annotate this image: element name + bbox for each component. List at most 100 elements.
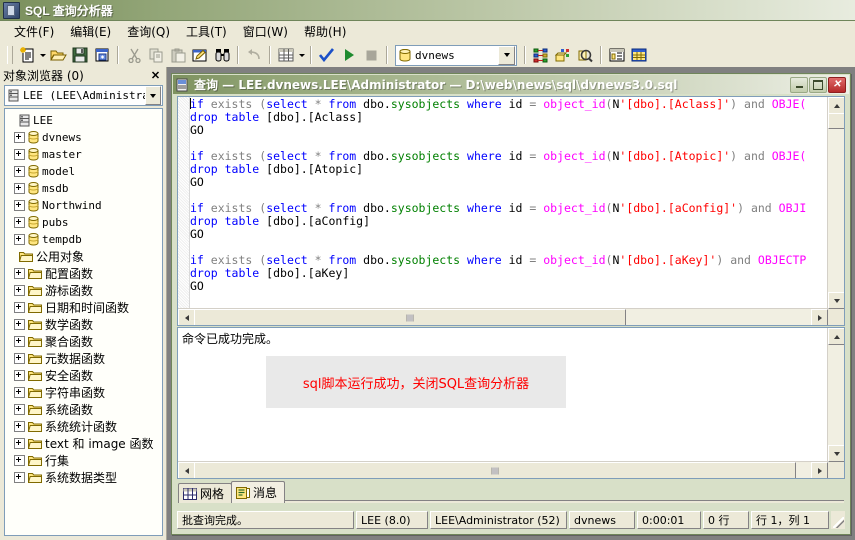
results-vertical-scrollbar[interactable] xyxy=(827,328,844,462)
tree-node[interactable]: 字符串函数 xyxy=(7,384,162,401)
object-search-button[interactable] xyxy=(628,44,650,66)
expand-plus-icon[interactable] xyxy=(14,353,25,364)
sql-editor-pane[interactable]: if exists (select * from dbo.sysobjects … xyxy=(177,96,845,326)
expand-plus-icon[interactable] xyxy=(14,268,25,279)
expand-plus-icon[interactable] xyxy=(14,336,25,347)
tree-node[interactable]: 行集 xyxy=(7,452,162,469)
editor-horizontal-scrollbar[interactable] xyxy=(178,308,828,325)
expand-plus-icon[interactable] xyxy=(14,285,25,296)
tree-node[interactable]: pubs xyxy=(7,214,162,231)
expand-plus-icon[interactable] xyxy=(14,217,25,228)
tree-node[interactable]: 配置函数 xyxy=(7,265,162,282)
server-combo[interactable]: LEE (LEE\Administrat xyxy=(4,85,163,106)
tree-node[interactable]: msdb xyxy=(7,180,162,197)
close-icon[interactable]: ✕ xyxy=(828,77,846,93)
scroll-left-icon[interactable] xyxy=(178,309,195,326)
menu-edit[interactable]: 编辑(E) xyxy=(62,21,119,42)
database-combo[interactable]: dvnews xyxy=(395,45,517,66)
tree-node[interactable]: 公用对象 xyxy=(7,248,162,265)
expand-plus-icon[interactable] xyxy=(14,149,25,160)
tree-node[interactable]: 日期和时间函数 xyxy=(7,299,162,316)
display-estimated-plan-button[interactable] xyxy=(574,44,596,66)
results-pane[interactable]: 命令已成功完成。 sql脚本运行成功，关闭SQL查询分析器 xyxy=(177,327,845,479)
find-button[interactable] xyxy=(211,44,233,66)
expand-plus-icon[interactable] xyxy=(14,387,25,398)
undo-button[interactable] xyxy=(243,44,265,66)
expand-plus-icon[interactable] xyxy=(14,404,25,415)
menu-window[interactable]: 窗口(W) xyxy=(235,21,296,42)
minimize-icon[interactable] xyxy=(790,77,808,93)
menu-help[interactable]: 帮助(H) xyxy=(296,21,354,42)
stop-button[interactable] xyxy=(360,44,382,66)
new-query-dropdown[interactable] xyxy=(38,44,47,66)
expand-plus-icon[interactable] xyxy=(14,455,25,466)
scroll-right-icon[interactable] xyxy=(811,462,828,479)
clear-window-button[interactable] xyxy=(189,44,211,66)
paste-button[interactable] xyxy=(167,44,189,66)
tree-node[interactable]: 系统统计函数 xyxy=(7,418,162,435)
sql-editor-text[interactable]: if exists (select * from dbo.sysobjects … xyxy=(190,98,827,308)
scroll-right-icon[interactable] xyxy=(811,309,828,326)
tree-node[interactable]: 数学函数 xyxy=(7,316,162,333)
tree-node[interactable]: 元数据函数 xyxy=(7,350,162,367)
tree-node[interactable]: tempdb xyxy=(7,231,162,248)
toolbar-grip[interactable] xyxy=(7,46,13,64)
database-combo-chevron-down-icon[interactable] xyxy=(498,46,515,65)
tree-node[interactable]: text 和 image 函数 xyxy=(7,435,162,452)
tree-node[interactable]: 安全函数 xyxy=(7,367,162,384)
cut-button[interactable] xyxy=(123,44,145,66)
results-target-dropdown[interactable] xyxy=(297,44,306,66)
scroll-up-icon[interactable] xyxy=(828,328,845,345)
expand-plus-icon[interactable] xyxy=(14,183,25,194)
editor-hscroll-thumb[interactable] xyxy=(194,309,626,326)
tree-node[interactable]: Northwind xyxy=(7,197,162,214)
expand-plus-icon[interactable] xyxy=(14,319,25,330)
menu-query[interactable]: 查询(Q) xyxy=(119,21,178,42)
expand-plus-icon[interactable] xyxy=(14,370,25,381)
server-combo-chevron-down-icon[interactable] xyxy=(145,86,161,105)
scroll-down-icon[interactable] xyxy=(828,292,845,309)
object-browser-tree[interactable]: LEEdvnewsmastermodelmsdbNorthwindpubstem… xyxy=(4,108,163,536)
menu-tools[interactable]: 工具(T) xyxy=(178,21,235,42)
expand-plus-icon[interactable] xyxy=(14,438,25,449)
resize-grip-icon[interactable] xyxy=(831,511,845,529)
new-query-button[interactable] xyxy=(16,44,38,66)
save-button[interactable] xyxy=(69,44,91,66)
copy-button[interactable] xyxy=(145,44,167,66)
scroll-left-icon[interactable] xyxy=(178,462,195,479)
tree-node[interactable]: model xyxy=(7,163,162,180)
scroll-up-icon[interactable] xyxy=(828,97,845,114)
tree-node[interactable]: 系统函数 xyxy=(7,401,162,418)
editor-vertical-scrollbar[interactable] xyxy=(827,97,844,309)
tree-node[interactable]: dvnews xyxy=(7,129,162,146)
tree-node[interactable]: 游标函数 xyxy=(7,282,162,299)
index-tuning-wizard-button[interactable] xyxy=(552,44,574,66)
tree-node[interactable]: 系统数据类型 xyxy=(7,469,162,486)
scroll-down-icon[interactable] xyxy=(828,445,845,462)
close-icon[interactable]: ✕ xyxy=(147,68,164,84)
tab-messages[interactable]: 消息 xyxy=(231,481,285,503)
menu-file[interactable]: 文件(F) xyxy=(6,21,62,42)
open-file-button[interactable] xyxy=(47,44,69,66)
parse-button[interactable] xyxy=(316,44,338,66)
tree-node[interactable]: LEE xyxy=(7,112,162,129)
editor-vscroll-thumb[interactable] xyxy=(828,113,845,129)
show-execution-plan-button[interactable] xyxy=(530,44,552,66)
object-browser-button[interactable] xyxy=(606,44,628,66)
expand-plus-icon[interactable] xyxy=(14,302,25,313)
expand-plus-icon[interactable] xyxy=(14,234,25,245)
results-hscroll-thumb[interactable] xyxy=(194,462,796,479)
expand-plus-icon[interactable] xyxy=(14,166,25,177)
insert-template-button[interactable] xyxy=(91,44,113,66)
maximize-icon[interactable] xyxy=(809,77,827,93)
results-target-button[interactable] xyxy=(275,44,297,66)
results-horizontal-scrollbar[interactable] xyxy=(178,461,828,478)
expand-plus-icon[interactable] xyxy=(14,421,25,432)
expand-plus-icon[interactable] xyxy=(14,132,25,143)
tree-node[interactable]: 聚合函数 xyxy=(7,333,162,350)
tab-grids[interactable]: 网格 xyxy=(178,483,232,503)
expand-plus-icon[interactable] xyxy=(14,200,25,211)
tree-node[interactable]: master xyxy=(7,146,162,163)
expand-plus-icon[interactable] xyxy=(14,472,25,483)
execute-button[interactable] xyxy=(338,44,360,66)
